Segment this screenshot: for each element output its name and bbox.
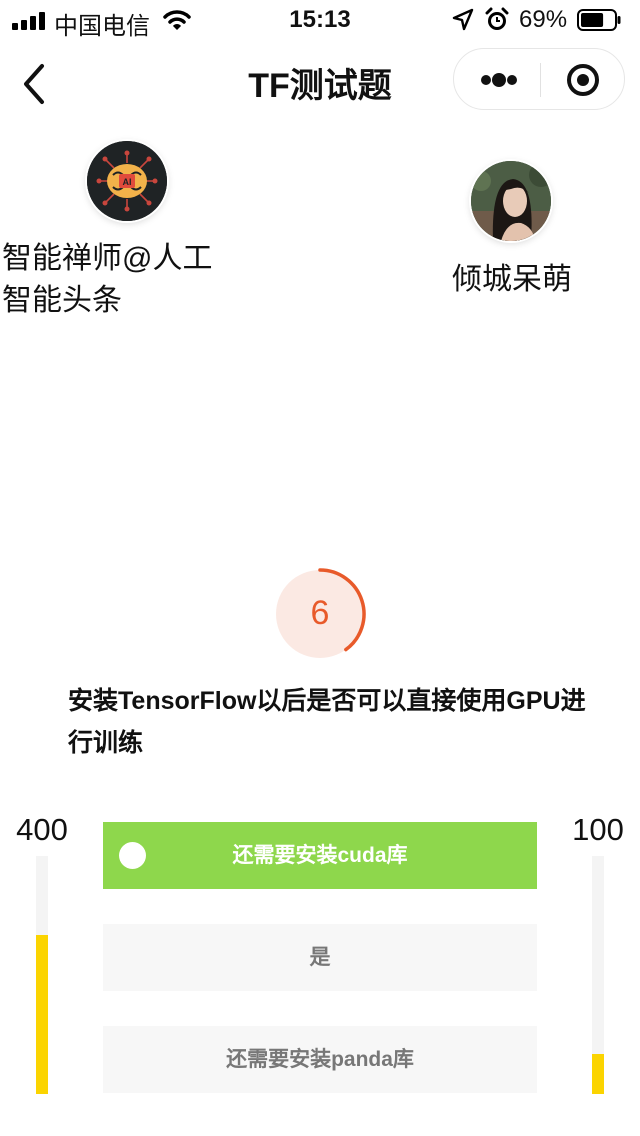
carrier-label: 中国电信 [54, 13, 150, 40]
answer-option-3[interactable]: 还需要安装panda库 [103, 1026, 537, 1093]
player-left-score: 400 [16, 812, 68, 847]
battery-icon [577, 9, 621, 31]
countdown-seconds: 6 [310, 594, 330, 632]
player-left-avatar: AI [87, 141, 167, 221]
battery-percent: 69% [519, 6, 568, 33]
player-right-score: 100 [572, 812, 624, 847]
player-right-score-fill [592, 1054, 604, 1094]
player-right-avatar [471, 161, 551, 241]
svg-text:AI: AI [123, 177, 132, 187]
alarm-icon [485, 7, 509, 30]
mini-program-capsule [453, 48, 625, 110]
more-dots-icon [481, 73, 517, 87]
answer-option-3-label: 还需要安装panda库 [226, 1048, 414, 1071]
answer-option-2[interactable]: 是 [103, 924, 537, 991]
back-button[interactable] [18, 62, 52, 106]
close-button[interactable] [541, 49, 625, 109]
player-left-score-fill [36, 935, 48, 1094]
player-right-score-bar [592, 856, 604, 1094]
answer-option-2-label: 是 [309, 946, 331, 969]
more-button[interactable] [454, 49, 540, 109]
ai-brain-avatar-icon: AI [87, 141, 167, 221]
back-chevron-icon [24, 64, 44, 104]
player-left-name: 智能禅师@人工智能头条 [2, 242, 213, 317]
selected-indicator-dot [119, 842, 146, 869]
question-text: 安装TensorFlow以后是否可以直接使用GPU进行训练 [68, 687, 586, 757]
status-bar: 中国电信 15:13 69% [0, 0, 640, 40]
answer-option-1[interactable]: 还需要安装cuda库 [103, 822, 537, 889]
player-left-score-bar [36, 856, 48, 1094]
location-arrow-icon [452, 8, 474, 31]
girl-photo-avatar-icon [471, 161, 551, 241]
signal-icon [12, 12, 45, 30]
wifi-icon [163, 10, 191, 30]
player-right-name: 倾城呆萌 [452, 263, 572, 296]
close-target-icon [567, 64, 599, 96]
answer-option-1-label: 还需要安装cuda库 [232, 844, 408, 867]
